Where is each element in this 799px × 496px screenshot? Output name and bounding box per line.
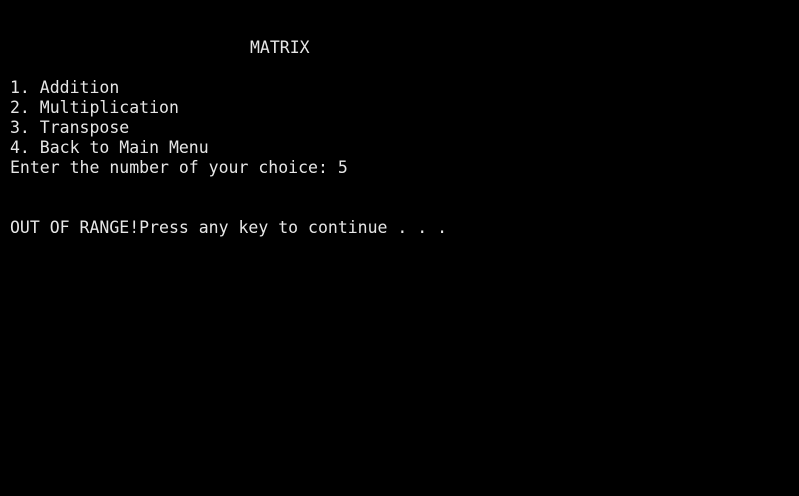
press-any-key-text: Press any key to continue . . . — [139, 218, 448, 237]
choice-prompt: Enter the number of your choice: 5 — [10, 158, 348, 178]
menu-item-transpose: 3. Transpose — [10, 118, 130, 137]
menu-title: MATRIX — [250, 38, 310, 57]
choice-prompt-label: Enter the number of your choice: — [10, 158, 338, 177]
choice-input-value[interactable]: 5 — [338, 158, 348, 177]
out-of-range-text: OUT OF RANGE! — [10, 218, 140, 237]
error-message: OUT OF RANGE!Press any key to continue .… — [10, 218, 447, 238]
menu-item-back-to-main-menu: 4. Back to Main Menu — [10, 138, 209, 157]
menu-item-multiplication: 2. Multiplication — [10, 98, 179, 117]
console-window[interactable]: MATRIX 1. Addition 2. Multiplication 3. … — [0, 0, 799, 496]
menu-item-addition: 1. Addition — [10, 78, 120, 97]
